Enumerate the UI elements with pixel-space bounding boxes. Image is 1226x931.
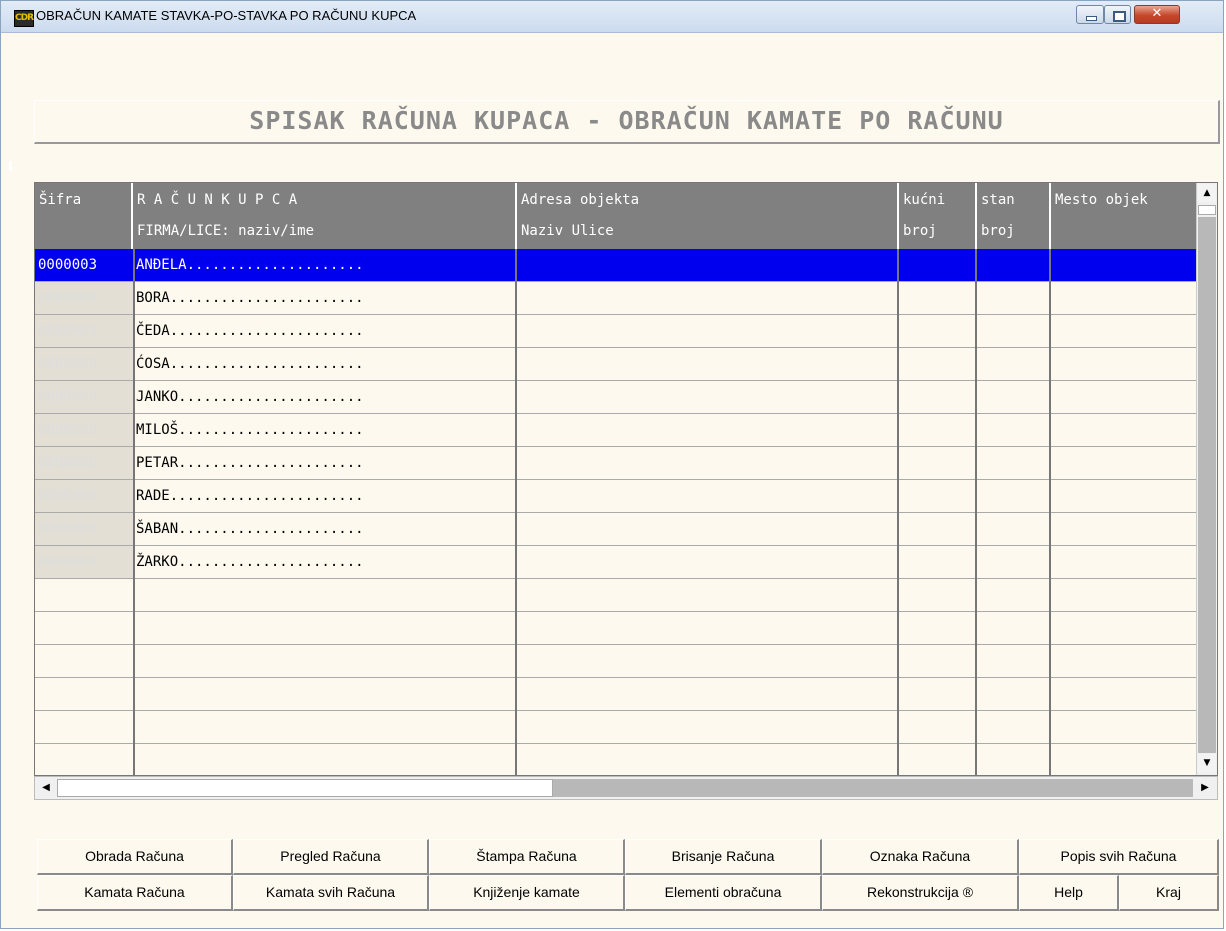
close-button[interactable]: ✕ [1134, 5, 1180, 24]
minimize-button[interactable] [1076, 5, 1104, 24]
knjizenje-kamate-button[interactable]: Knjiženje kamate [429, 875, 625, 911]
customer-name-cell: BORA....................... [136, 290, 364, 306]
table-row[interactable]: 0000000 RADE....................... [35, 480, 1197, 513]
scroll-left-icon[interactable]: ◀ [36, 777, 56, 799]
table-row[interactable]: 0000000 ČEDA....................... [35, 315, 1197, 348]
column-header-kucni-broj[interactable]: kućni broj [899, 183, 977, 249]
vertical-scroll-track[interactable] [1198, 217, 1216, 753]
column-divider [1049, 249, 1051, 775]
customer-name-cell: MILOŠ...................... [136, 422, 364, 438]
scroll-down-icon[interactable]: ▼ [1198, 754, 1216, 772]
header-label: Šifra [39, 192, 82, 208]
table-row[interactable]: 0000000 ŠABAN...................... [35, 513, 1197, 546]
header-sublabel: broj [903, 223, 937, 239]
window-title: OBRAČUN KAMATE STAVKA-PO-STAVKA PO RAČUN… [36, 8, 417, 23]
column-header-sifra[interactable]: Šifra [35, 183, 133, 249]
table-row[interactable] [35, 579, 1197, 612]
help-button[interactable]: Help [1019, 875, 1119, 911]
vertical-scrollbar[interactable]: ▲ ▼ [1196, 183, 1217, 775]
kraj-button[interactable]: Kraj [1119, 875, 1219, 911]
customer-name-cell: JANKO...................... [136, 389, 364, 405]
elementi-obracuna-button[interactable]: Elementi obračuna [625, 875, 822, 911]
rekonstrukcija-button[interactable]: Rekonstrukcija ® [822, 875, 1019, 911]
customer-name-cell: PETAR...................... [136, 455, 364, 471]
customer-name-cell: RADE....................... [136, 488, 364, 504]
accounts-table: Šifra R A Č U N K U P C A FIRMA/LICE: na… [34, 182, 1218, 776]
brisanje-racuna-button[interactable]: Brisanje Računa [625, 839, 822, 875]
app-icon: CDR [14, 10, 34, 27]
horizontal-scrollbar[interactable]: ◀ ▶ [34, 776, 1218, 800]
column-divider [975, 249, 977, 775]
sifra-cell: 0000000 [35, 546, 133, 578]
header-label: R A Č U N K U P C A [137, 192, 298, 208]
horizontal-scroll-thumb[interactable] [57, 779, 553, 797]
page-title: SPISAK RAČUNA KUPACA - OBRAČUN KAMATE PO… [249, 106, 1004, 135]
customer-name-cell: ŠABAN...................... [136, 521, 364, 537]
header-sublabel: Naziv Ulice [521, 223, 614, 239]
maximize-icon [1113, 11, 1126, 22]
sifra-cell: 0000000 [35, 348, 133, 380]
table-row[interactable]: 0000000 ĆOSA....................... [35, 348, 1197, 381]
customer-name-cell: ANĐELA..................... [136, 257, 364, 273]
column-header-mesto[interactable]: Mesto objek [1051, 183, 1197, 249]
kamata-svih-racuna-button[interactable]: Kamata svih Računa [233, 875, 429, 911]
header-label: Adresa objekta [521, 192, 640, 208]
customer-name-cell: ŽARKO...................... [136, 554, 364, 570]
column-header-racun-kupca[interactable]: R A Č U N K U P C A FIRMA/LICE: naziv/im… [133, 183, 517, 249]
horizontal-scroll-track[interactable] [553, 779, 1193, 797]
customer-name-cell: ČEDA....................... [136, 323, 364, 339]
maximize-button[interactable] [1104, 5, 1131, 24]
table-row[interactable]: 0000000 JANKO...................... [35, 381, 1197, 414]
sifra-cell: 0000000 [35, 381, 133, 413]
kamata-racuna-button[interactable]: Kamata Računa [37, 875, 233, 911]
heading-panel: SPISAK RAČUNA KUPACA - OBRAČUN KAMATE PO… [34, 100, 1220, 144]
sifra-cell: 0000000 [35, 282, 133, 314]
header-label: kućni [903, 192, 946, 208]
focus-marker [9, 161, 12, 171]
sifra-cell: 0000000 [35, 414, 133, 446]
sifra-cell: 0000000 [35, 480, 133, 512]
pregled-racuna-button[interactable]: Pregled Računa [233, 839, 429, 875]
header-label: Mesto objek [1055, 192, 1148, 208]
obrada-racuna-button[interactable]: Obrada Računa [37, 839, 233, 875]
table-row[interactable]: 0000000 PETAR...................... [35, 447, 1197, 480]
sifra-cell: 0000003 [38, 257, 98, 273]
table-row[interactable]: 0000000 ŽARKO...................... [35, 546, 1197, 579]
sifra-cell: 0000000 [35, 315, 133, 347]
title-bar[interactable]: CDR OBRAČUN KAMATE STAVKA-PO-STAVKA PO R… [1, 1, 1223, 33]
sifra-cell: 0000000 [35, 513, 133, 545]
column-divider [133, 249, 135, 775]
scroll-right-icon[interactable]: ▶ [1195, 777, 1215, 799]
app-window: CDR OBRAČUN KAMATE STAVKA-PO-STAVKA PO R… [0, 0, 1224, 929]
customer-name-cell: ĆOSA....................... [136, 356, 364, 372]
table-row[interactable] [35, 645, 1197, 678]
column-divider [897, 249, 899, 775]
column-divider [515, 249, 517, 775]
table-row[interactable]: 0000003 ANĐELA..................... [35, 249, 1197, 282]
popis-svih-racuna-button[interactable]: Popis svih Računa [1019, 839, 1219, 875]
oznaka-racuna-button[interactable]: Oznaka Računa [822, 839, 1019, 875]
header-label: stan [981, 192, 1015, 208]
table-row[interactable]: 0000000 MILOŠ...................... [35, 414, 1197, 447]
minimize-icon [1086, 16, 1097, 21]
table-row[interactable] [35, 678, 1197, 711]
table-row[interactable] [35, 612, 1197, 645]
sifra-cell: 0000000 [35, 447, 133, 479]
close-icon: ✕ [1151, 6, 1163, 21]
stampa-racuna-button[interactable]: Štampa Računa [429, 839, 625, 875]
vertical-scroll-thumb[interactable] [1198, 205, 1216, 215]
table-row[interactable] [35, 711, 1197, 744]
table-row[interactable] [35, 744, 1197, 775]
header-sublabel: broj [981, 223, 1015, 239]
table-row[interactable]: 0000000 BORA....................... [35, 282, 1197, 315]
column-header-adresa[interactable]: Adresa objekta Naziv Ulice [517, 183, 899, 249]
header-sublabel: FIRMA/LICE: naziv/ime [137, 223, 315, 239]
scroll-up-icon[interactable]: ▲ [1198, 184, 1216, 202]
column-header-stan-broj[interactable]: stan broj [977, 183, 1051, 249]
